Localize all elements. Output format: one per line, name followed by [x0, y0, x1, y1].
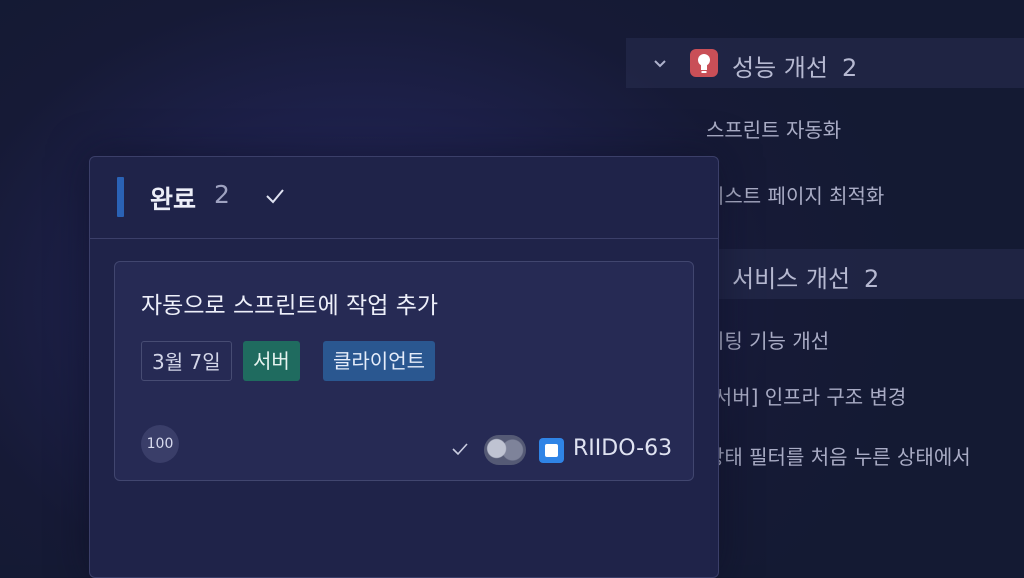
group-count: 2	[841, 54, 858, 82]
card-title: 자동으로 스프린트에 작업 추가	[141, 293, 439, 319]
group-title: 성능 개선 2	[732, 48, 857, 83]
column-title: 완료	[150, 185, 197, 214]
chevron-down-icon[interactable]	[652, 55, 668, 71]
task-type-icon	[539, 438, 564, 463]
lightbulb-icon	[690, 49, 718, 77]
done-check-icon	[452, 443, 468, 456]
group-header-performance[interactable]: 성능 개선 2	[626, 38, 1024, 88]
list-item[interactable]: 리스트 페이지 최적화	[706, 180, 884, 209]
list-item[interactable]: 미팅 기능 개선	[706, 325, 829, 354]
column-accent-bar	[117, 177, 124, 217]
group-count: 2	[864, 265, 880, 293]
column-count: 2	[214, 180, 230, 209]
estimate-badge: 100	[141, 425, 179, 463]
board-column-done: 완료 2 자동으로 스프린트에 작업 추가 3월 7일 서버 클라이언트 100…	[89, 156, 719, 578]
list-item[interactable]: [서버] 인프라 구조 변경	[706, 381, 906, 410]
due-date-chip: 3월 7일	[141, 341, 232, 381]
label-chip-server: 서버	[243, 341, 300, 381]
group-title: 서비스 개선 2	[732, 259, 879, 294]
group-title-text: 서비스 개선	[732, 265, 851, 293]
task-card[interactable]: 자동으로 스프린트에 작업 추가 3월 7일 서버 클라이언트 100 RIID…	[114, 261, 694, 481]
checkmark-icon[interactable]	[264, 185, 286, 207]
assignee-avatar[interactable]	[484, 435, 526, 465]
label-chip-client: 클라이언트	[323, 341, 435, 381]
list-item[interactable]: 스프린트 자동화	[706, 114, 841, 143]
group-title-text: 성능 개선	[732, 54, 828, 82]
issue-key[interactable]: RIIDO-63	[573, 436, 672, 461]
column-header: 완료 2	[90, 157, 718, 239]
list-item[interactable]: 상태 필터를 처음 누른 상태에서	[706, 441, 971, 470]
